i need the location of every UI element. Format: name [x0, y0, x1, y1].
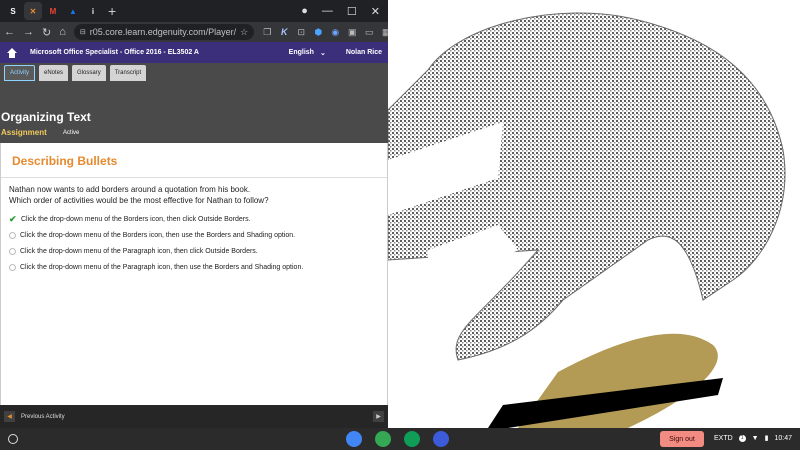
address-bar[interactable]: ⊟ r05.core.learn.edgenuity.com/Player/ ☆ — [73, 24, 255, 40]
tab-list: S ✕ M ▲ i — [4, 2, 102, 20]
activity-footer: ◀ Previous Activity ▶ — [0, 405, 388, 428]
back-icon[interactable]: ← — [4, 26, 15, 38]
maximize-icon[interactable]: ☐ — [347, 5, 357, 18]
wifi-icon: ▼ — [751, 434, 759, 442]
launcher-icon[interactable] — [8, 434, 18, 444]
activity-title: Describing Bullets — [12, 154, 118, 168]
next-arrow-icon[interactable]: ▶ — [373, 411, 384, 422]
browser-tab[interactable]: S — [4, 2, 22, 20]
home-browser-icon[interactable]: ⌂ — [59, 26, 66, 38]
clock[interactable]: 10:47 — [774, 435, 792, 442]
home-icon[interactable] — [6, 47, 18, 58]
lesson-type: Assignment — [1, 128, 47, 137]
browser-toolbar: ← → ↻ ⌂ ⊟ r05.core.learn.edgenuity.com/P… — [0, 22, 388, 42]
reload-icon[interactable]: ↻ — [42, 26, 51, 39]
url-text: r05.core.learn.edgenuity.com/Player/ — [89, 27, 237, 37]
extension-shield-icon[interactable]: ⬢ — [313, 27, 323, 38]
browser-window: S ✕ M ▲ i + ● — ☐ ✕ ← → ↻ ⌂ ⊟ r05.core.learn… — [0, 0, 388, 428]
browser-tab[interactable]: M — [44, 2, 62, 20]
radio-button[interactable] — [9, 264, 16, 271]
tab-enotes[interactable]: eNotes — [39, 65, 69, 81]
extension-grid-icon[interactable]: ▦ — [381, 27, 388, 38]
new-tab-button[interactable]: + — [108, 3, 116, 19]
window-controls: ● — ☐ ✕ — [301, 5, 388, 18]
browser-tab[interactable]: ✕ — [24, 2, 42, 20]
extension-copy-icon[interactable]: ❐ — [262, 27, 272, 38]
tab-glossary[interactable]: Glossary — [72, 65, 106, 81]
sign-out-button[interactable]: Sign out — [660, 431, 704, 447]
forward-icon[interactable]: → — [23, 26, 34, 38]
answer-option-label: Click the drop-down menu of the Paragrap… — [20, 248, 258, 255]
answer-option-label: Click the drop-down menu of the Borders … — [20, 232, 296, 239]
answer-option-1[interactable]: ✔ Click the drop-down menu of the Border… — [9, 214, 251, 224]
drawing-canvas — [388, 0, 800, 428]
question-line-2: Which order of activities would be the m… — [9, 196, 269, 205]
previous-activity-link[interactable]: Previous Activity — [21, 414, 65, 420]
info-icon: i — [91, 6, 95, 16]
activity-panel: Describing Bullets Nathan now wants to a… — [0, 143, 388, 405]
answer-option-label: Click the drop-down menu of the Borders … — [21, 215, 251, 223]
close-icon[interactable]: ✕ — [371, 5, 380, 18]
football-helmet-drawing — [388, 12, 786, 428]
pinned-apps — [346, 431, 449, 447]
lesson-header: Organizing Text Assignment Active — [0, 83, 388, 143]
previous-arrow-icon[interactable]: ◀ — [4, 411, 15, 422]
tab-activity[interactable]: Activity — [4, 65, 36, 81]
checkmark-icon: ✔ — [9, 214, 17, 224]
s-icon: S — [10, 6, 16, 16]
edgenuity-icon: ✕ — [29, 6, 37, 16]
bookmark-star-icon[interactable]: ☆ — [240, 27, 248, 38]
battery-icon: ▮ — [764, 435, 769, 442]
play-store-icon[interactable] — [375, 431, 391, 447]
extension-square-icon[interactable]: ▣ — [347, 27, 357, 38]
browser-tab[interactable]: i — [84, 2, 102, 20]
browser-tab[interactable]: ▲ — [64, 2, 82, 20]
language-select[interactable]: English — [289, 49, 314, 56]
extension-cast-icon[interactable]: ▭ — [364, 27, 374, 38]
answer-option-2[interactable]: Click the drop-down menu of the Borders … — [9, 232, 295, 239]
lesson-tabs: Activity eNotes Glossary Transcript — [0, 63, 388, 83]
minimize-icon[interactable]: — — [322, 5, 333, 17]
user-name[interactable]: Nolan Rice — [346, 49, 382, 56]
radio-button[interactable] — [9, 248, 16, 255]
lesson-title: Organizing Text — [1, 110, 91, 124]
extensions-bar: ❐ K ⊡ ⬢ ◉ ▣ ▭ ▦ ✚ ⋮ — [262, 27, 388, 38]
extension-circle-icon[interactable]: ◉ — [330, 27, 340, 38]
status-tray[interactable]: EXTD 1 ▼ ▮ 10:47 — [714, 434, 792, 442]
chevron-down-icon[interactable]: ⌄ — [320, 49, 326, 57]
question-line-1: Nathan now wants to add borders around a… — [9, 185, 251, 194]
lesson-status: Active — [63, 130, 80, 136]
chrome-icon[interactable] — [346, 431, 362, 447]
course-header: Microsoft Office Specialist - Office 201… — [0, 42, 388, 63]
classroom-icon: ▲ — [69, 6, 77, 16]
tab-strip: S ✕ M ▲ i + ● — ☐ ✕ — [0, 0, 388, 22]
media-icon[interactable]: ● — [301, 5, 308, 17]
divider — [1, 177, 387, 178]
question-text: Nathan now wants to add borders around a… — [9, 184, 269, 206]
answer-option-3[interactable]: Click the drop-down menu of the Paragrap… — [9, 248, 258, 255]
course-title: Microsoft Office Specialist - Office 201… — [30, 49, 199, 56]
notification-count-icon[interactable]: 1 — [738, 434, 746, 442]
k-app-icon[interactable] — [433, 431, 449, 447]
answer-option-label: Click the drop-down menu of the Paragrap… — [20, 264, 304, 271]
gmail-icon: M — [49, 6, 57, 16]
answer-option-4[interactable]: Click the drop-down menu of the Paragrap… — [9, 264, 303, 271]
classroom-app-icon[interactable] — [404, 431, 420, 447]
tab-transcript[interactable]: Transcript — [109, 65, 147, 81]
extension-screenshot-icon[interactable]: ⊡ — [296, 27, 306, 38]
site-info-icon[interactable]: ⊟ — [80, 28, 86, 36]
radio-button[interactable] — [9, 232, 16, 239]
os-shelf: Sign out EXTD 1 ▼ ▮ 10:47 — [0, 428, 800, 450]
keyboard-layout[interactable]: EXTD — [714, 435, 733, 442]
extension-k-icon[interactable]: K — [279, 27, 289, 37]
